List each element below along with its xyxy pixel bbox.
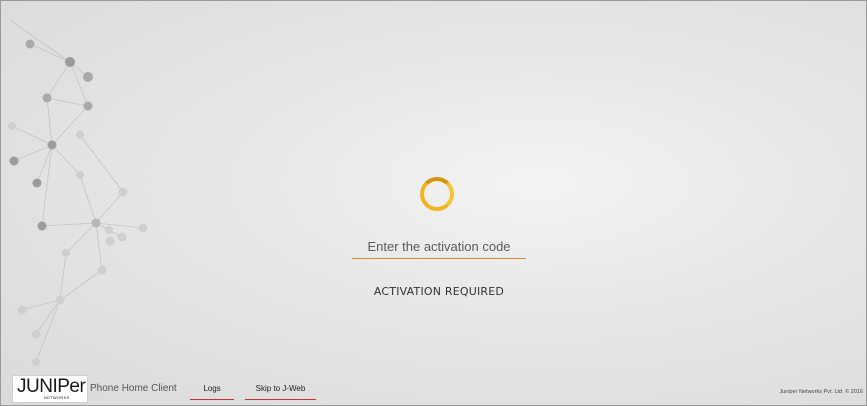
app-name-label: Phone Home Client [90, 383, 177, 394]
network-nodes-graphic [8, 19, 148, 366]
loading-spinner-icon [420, 177, 454, 211]
logs-link[interactable]: Logs [190, 384, 234, 400]
activation-status-text: ACTIVATION REQUIRED [373, 285, 505, 298]
juniper-logo: JUNIPer NETWORKS [12, 375, 88, 403]
logo-subtext: NETWORKS [44, 395, 70, 400]
copyright-text: Juniper Networks Pvt. Ltd. © 2016 [779, 389, 863, 395]
activation-code-input[interactable] [352, 234, 526, 259]
skip-to-jweb-link[interactable]: Skip to J-Web [245, 384, 316, 400]
